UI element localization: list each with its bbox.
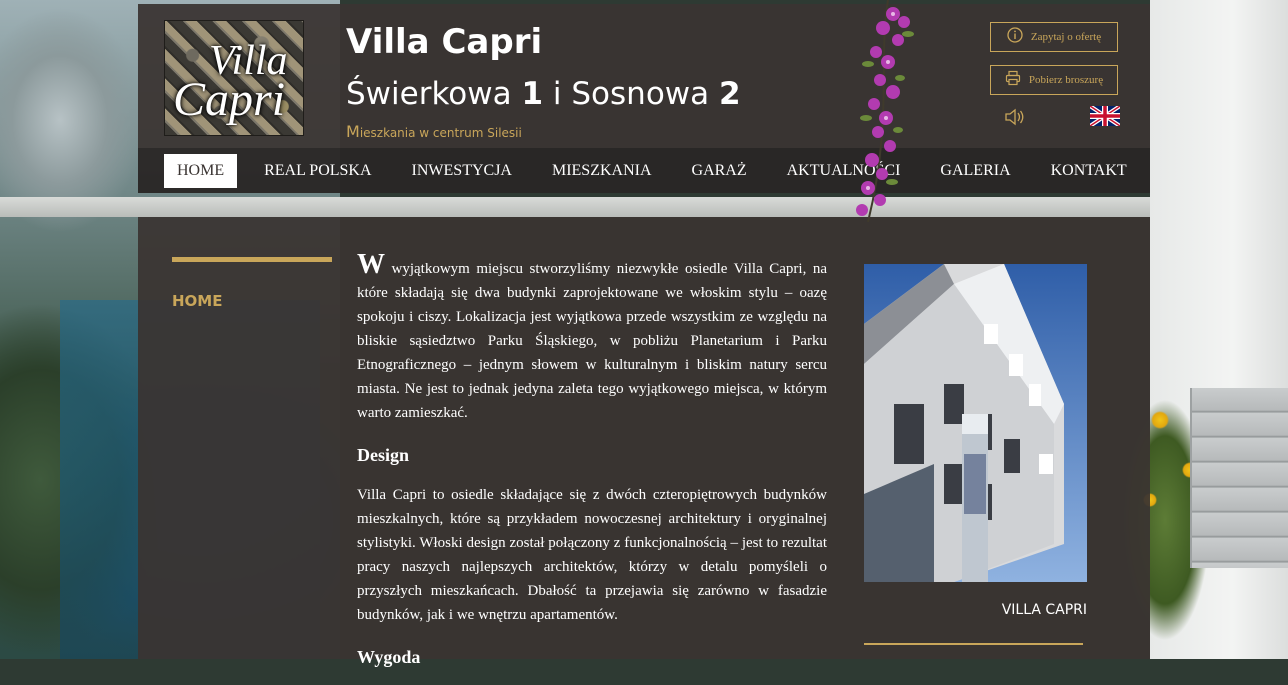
intro-paragraph: W wyjątkowym miejscu stworzyliśmy niezwy… (357, 251, 827, 425)
download-brochure-label: Pobierz broszurę (1028, 74, 1104, 86)
nav-item-kontakt[interactable]: KONTAKT (1038, 154, 1140, 188)
building-photo[interactable] (864, 264, 1087, 582)
speaker-icon[interactable] (1004, 108, 1026, 131)
main-content: HOME W wyjątkowym miejscu stworzyliśmy n… (138, 217, 1150, 667)
site-subtitle: Świerkowa 1 i Sosnowa 2 (346, 76, 741, 112)
site-tagline: Mieszkania w centrum Silesii (346, 122, 522, 141)
subtitle-number1: 1 (521, 76, 544, 112)
nav-item-mieszkania[interactable]: MIESZKANIA (539, 154, 665, 188)
offer-inquiry-button[interactable]: Zapytaj o ofertę (990, 22, 1118, 52)
background-mailboxes (1190, 388, 1288, 568)
photo-caption: VILLA CAPRI (1001, 602, 1087, 618)
nav-item-galeria[interactable]: GALERIA (927, 154, 1023, 188)
main-navigation: HOME REAL POLSKA INWESTYCJA MIESZKANIA G… (138, 148, 1150, 193)
logo-text-capri: Capri (173, 73, 286, 126)
offer-inquiry-label: Zapytaj o ofertę (1030, 31, 1102, 43)
subtitle-mid: i Sosnowa (543, 76, 719, 112)
photo-divider (864, 643, 1083, 645)
nav-item-home[interactable]: HOME (164, 153, 238, 188)
site-logo[interactable]: Villa Capri (164, 20, 304, 136)
design-heading: Design (357, 445, 410, 465)
english-flag-icon[interactable] (1090, 106, 1120, 126)
sidebar: HOME (172, 257, 332, 310)
design-paragraph: Villa Capri to osiedle składające się z … (357, 487, 827, 623)
nav-item-inwestycja[interactable]: INWESTYCJA (399, 154, 525, 188)
subtitle-street1: Świerkowa (346, 76, 522, 112)
intro-dropcap: W (357, 249, 385, 280)
nav-item-aktualnosci[interactable]: AKTUALNOŚCI (774, 154, 914, 188)
background-ceiling (0, 197, 1288, 217)
site-header: Villa Capri Villa Capri Świerkowa 1 i So… (138, 4, 1150, 148)
subtitle-number2: 2 (719, 76, 741, 112)
sidebar-item-home[interactable]: HOME (172, 292, 332, 310)
printer-icon (1005, 70, 1021, 90)
info-icon (1007, 27, 1023, 47)
sidebar-accent-bar (172, 257, 332, 262)
intro-text: wyjątkowym miejscu stworzyliśmy niezwykł… (357, 261, 827, 421)
download-brochure-button[interactable]: Pobierz broszurę (990, 65, 1118, 95)
article-body: W wyjątkowym miejscu stworzyliśmy niezwy… (357, 251, 827, 685)
tagline-initial: M (346, 122, 360, 141)
tagline-text: ieszkania w centrum Silesii (359, 126, 522, 140)
nav-item-real-polska[interactable]: REAL POLSKA (251, 154, 384, 188)
site-title: Villa Capri (346, 22, 543, 62)
next-heading: Wygoda (357, 647, 421, 667)
nav-item-garaz[interactable]: GARAŻ (679, 154, 760, 188)
